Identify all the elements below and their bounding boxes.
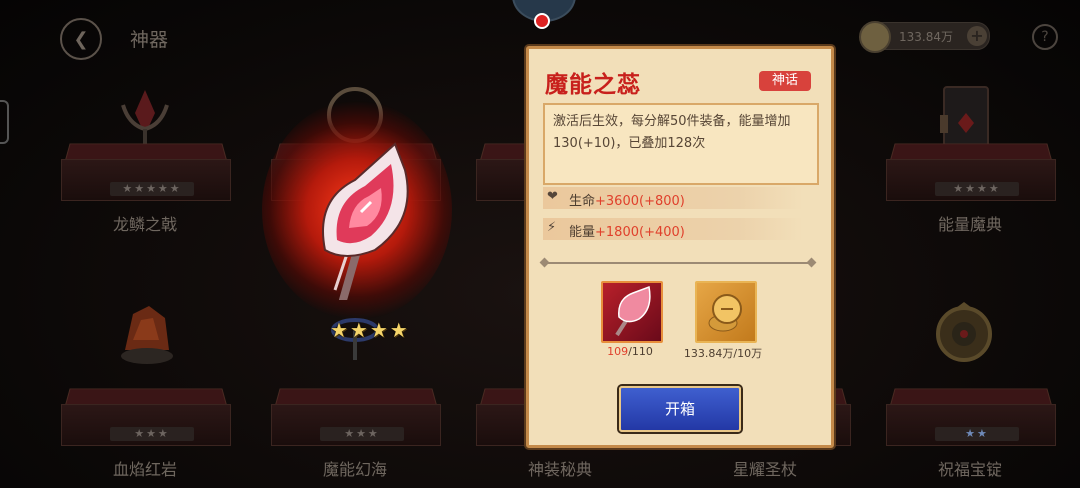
- stat-label: 生命: [569, 194, 596, 209]
- open-box-button[interactable]: 开箱: [619, 386, 741, 432]
- artifact-description: 激活后生效，每分解50件装备，能量增加130(+10)，已叠加128次: [543, 103, 819, 185]
- game-screen: ❮ 神器 133.84万 + ? ★★★★★ 龙鳞之戟 ★★★★ 能量魔典 ★★…: [0, 0, 1080, 488]
- star-rating: ★★★: [110, 427, 194, 441]
- featured-star-rating: ★★★★: [330, 318, 410, 342]
- fragment-required: /110: [628, 345, 653, 358]
- pedestal: ★★★: [265, 386, 445, 448]
- artifact-name: 神装秘典: [527, 460, 592, 479]
- add-currency-button[interactable]: +: [967, 26, 987, 46]
- side-tab[interactable]: [0, 100, 9, 144]
- notification-dot: [534, 13, 550, 29]
- artifact-slot[interactable]: ★★ 祝福宝锭: [880, 302, 1060, 480]
- star-rating: ★★★★: [935, 182, 1019, 196]
- pedestal: ★★: [880, 386, 1060, 448]
- back-button[interactable]: ❮: [60, 18, 102, 60]
- divider: [543, 262, 813, 264]
- page-title: 神器: [130, 29, 169, 51]
- help-button[interactable]: ?: [1032, 24, 1058, 50]
- artifact-name: 星耀圣杖: [732, 460, 797, 479]
- artifact-slot[interactable]: ★★★ 血焰红岩: [55, 306, 235, 480]
- artifact-name: 能量魔典: [937, 215, 1002, 234]
- currency-bar: 133.84万 +: [859, 21, 990, 53]
- star-rating: ★★★: [320, 427, 404, 441]
- stat-value: +3600(+800): [595, 194, 685, 209]
- magic-core-icon[interactable]: [305, 140, 425, 300]
- artifact-slot[interactable]: ★★★★★ 龙鳞之戟: [55, 85, 235, 235]
- coin-icon: [859, 21, 891, 53]
- energy-icon: ⚡: [547, 220, 557, 235]
- heart-icon: ❤: [547, 189, 558, 204]
- coin-pile-icon: [708, 294, 742, 332]
- artifact-detail-panel: 魔能之蕊 神话 激活后生效，每分解50件装备，能量增加130(+10)，已叠加1…: [526, 46, 834, 448]
- artifact-name: 魔能幻海: [322, 460, 387, 479]
- artifact-name: 血焰红岩: [112, 460, 177, 479]
- fragment-count: 109/110: [597, 345, 663, 358]
- coin-owned: 133.84万: [683, 347, 734, 360]
- coin-count: 133.84万/10万: [677, 345, 769, 361]
- artifact-slot[interactable]: ★★★★ 能量魔典: [880, 85, 1060, 235]
- stat-label: 能量: [569, 225, 596, 240]
- blessing-ingot-icon: [936, 302, 992, 362]
- artifact-name: 祝福宝锭: [937, 460, 1002, 479]
- pedestal: ★★★★★: [55, 141, 235, 203]
- stat-value: +1800(+400): [595, 225, 685, 240]
- stat-row: ❤ 生命+3600(+800): [543, 187, 803, 209]
- stat-row: ⚡ 能量+1800(+400): [543, 218, 803, 240]
- pedestal: ★★★★: [880, 141, 1060, 203]
- star-rating: ★★: [935, 427, 1019, 441]
- back-arrow-icon: ❮: [73, 28, 89, 50]
- star-rating: ★★★★★: [110, 182, 194, 196]
- pedestal: ★★★: [55, 386, 235, 448]
- fragment-icon: [615, 285, 651, 337]
- currency-value: 133.84万: [899, 30, 953, 44]
- artifact-title: 魔能之蕊: [545, 72, 641, 98]
- rarity-badge: 神话: [759, 71, 811, 91]
- coin-reward[interactable]: [695, 281, 757, 343]
- artifact-slot[interactable]: ★★★ 魔能幻海: [265, 318, 445, 480]
- artifact-name: 龙鳞之戟: [112, 215, 177, 234]
- blood-rock-icon: [121, 306, 173, 364]
- fragment-owned: 109: [607, 345, 629, 358]
- fragment-reward[interactable]: [601, 281, 663, 343]
- coin-required: /10万: [733, 347, 763, 360]
